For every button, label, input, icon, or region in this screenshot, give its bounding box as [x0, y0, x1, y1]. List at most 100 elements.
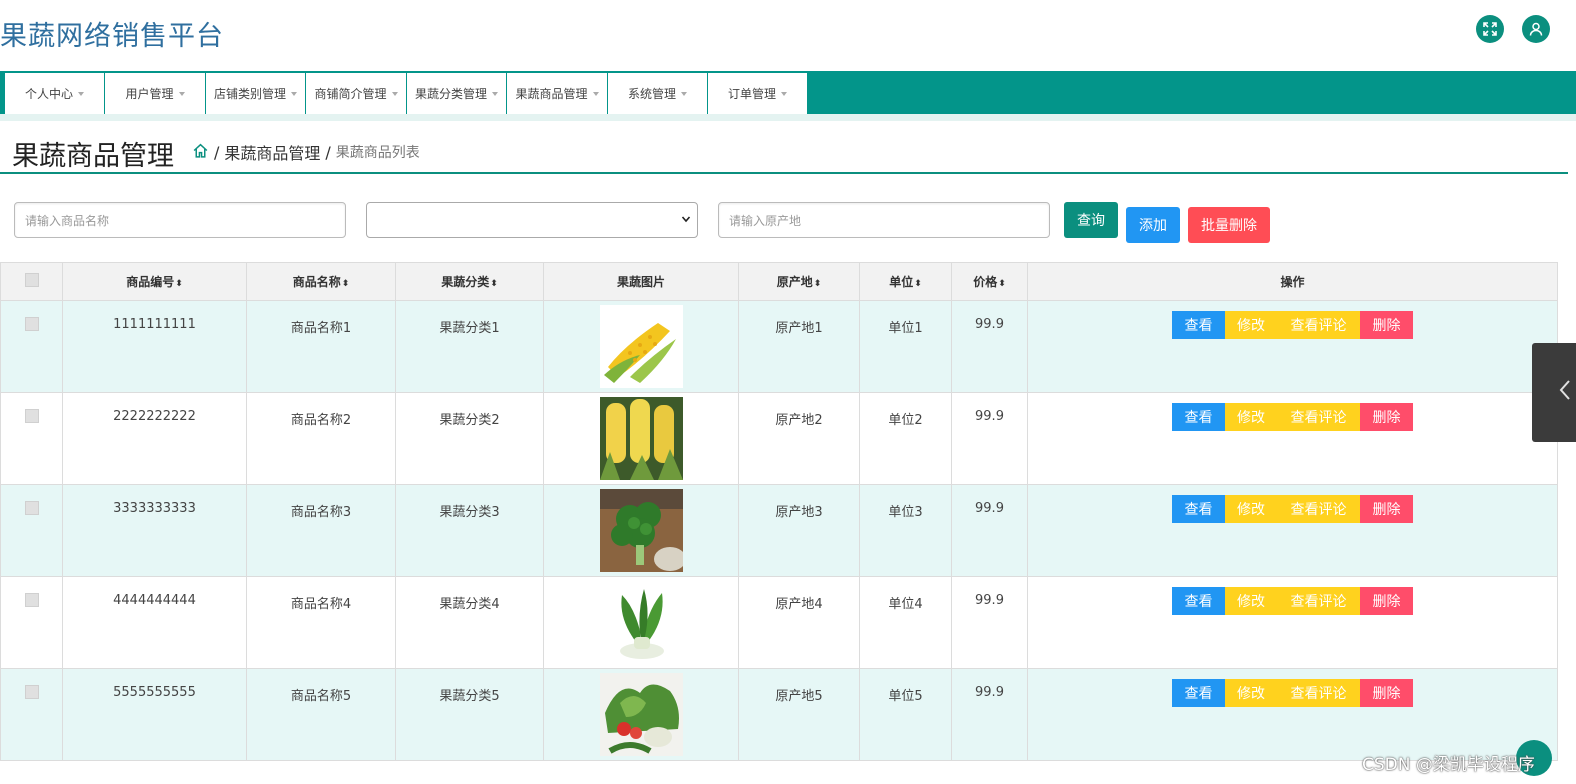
- cell-unit: 单位5: [859, 668, 952, 761]
- cell-product-id: 1111111111: [62, 300, 247, 393]
- product-name-search-input[interactable]: 请输入商品名称: [14, 202, 346, 238]
- view-comments-button[interactable]: 查看评论: [1277, 403, 1360, 431]
- cell-price: 99.9: [951, 392, 1028, 485]
- row-checkbox[interactable]: [24, 593, 39, 607]
- delete-button[interactable]: 删除: [1360, 495, 1413, 523]
- header-label: 原产地: [776, 275, 813, 289]
- cell-actions: 查看 修改 查看评论 删除: [1027, 576, 1558, 669]
- caret-down-icon: [78, 91, 84, 96]
- header-product-name[interactable]: 商品名称⬍: [246, 262, 396, 301]
- product-table: 商品编号⬍ 商品名称⬍ 果蔬分类⬍ 果蔬图片 原产地⬍ 单位⬍ 价格⬍ 操作 1…: [0, 262, 1558, 761]
- delete-button[interactable]: 删除: [1360, 311, 1413, 339]
- edit-button[interactable]: 修改: [1225, 679, 1277, 707]
- view-button[interactable]: 查看: [1172, 587, 1225, 615]
- cell-unit: 单位1: [859, 300, 952, 393]
- caret-down-icon: [781, 91, 787, 96]
- nav-item-user-management[interactable]: 用户管理: [104, 73, 205, 114]
- nav-item-system[interactable]: 系统管理: [607, 73, 707, 114]
- nav-item-label: 店铺类别管理: [213, 87, 286, 101]
- view-comments-button[interactable]: 查看评论: [1277, 311, 1360, 339]
- row-checkbox[interactable]: [24, 685, 39, 699]
- nav-item-produce-category[interactable]: 果蔬分类管理: [406, 73, 506, 114]
- view-button[interactable]: 查看: [1172, 311, 1225, 339]
- header-label: 果蔬图片: [616, 275, 665, 289]
- nav-item-orders[interactable]: 订单管理: [707, 73, 807, 114]
- origin-search-input[interactable]: 请输入原产地: [718, 202, 1050, 238]
- header-label: 果蔬分类: [441, 275, 490, 289]
- cell-product-name: 商品名称2: [246, 392, 396, 485]
- nav-item-personal-center[interactable]: 个人中心: [4, 73, 104, 114]
- cell-price: 99.9: [951, 484, 1028, 577]
- caret-down-icon: [492, 91, 498, 96]
- view-button[interactable]: 查看: [1172, 679, 1225, 707]
- cell-unit: 单位4: [859, 576, 952, 669]
- select-all-checkbox[interactable]: [24, 273, 39, 287]
- nav-item-produce-goods[interactable]: 果蔬商品管理: [506, 73, 607, 114]
- nav-item-label: 用户管理: [125, 87, 174, 101]
- delete-button[interactable]: 删除: [1360, 587, 1413, 615]
- row-select-cell: [0, 392, 63, 485]
- row-select-cell: [0, 668, 63, 761]
- header-image: 果蔬图片: [543, 262, 739, 301]
- edit-button[interactable]: 修改: [1225, 587, 1277, 615]
- row-checkbox[interactable]: [24, 501, 39, 515]
- table-row: 4444444444 商品名称4 果蔬分类4 原产地4 单位4 99.9 查看: [0, 576, 1558, 669]
- table-row: 3333333333 商品名称3 果蔬分类3 原产地3 单位3 99.9 查看: [0, 484, 1558, 577]
- cell-product-id: 4444444444: [62, 576, 247, 669]
- breadcrumb-separator: /: [325, 142, 331, 162]
- query-button[interactable]: 查询: [1064, 202, 1118, 238]
- home-icon[interactable]: [192, 142, 209, 163]
- nav-item-store-category[interactable]: 店铺类别管理: [205, 73, 305, 114]
- view-comments-button[interactable]: 查看评论: [1277, 679, 1360, 707]
- row-checkbox[interactable]: [24, 317, 39, 331]
- header-unit[interactable]: 单位⬍: [859, 262, 952, 301]
- cell-image: [543, 484, 739, 577]
- cell-product-id: 5555555555: [62, 668, 247, 761]
- cell-unit: 单位3: [859, 484, 952, 577]
- delete-button[interactable]: 删除: [1360, 679, 1413, 707]
- cell-actions: 查看 修改 查看评论 删除: [1027, 392, 1558, 485]
- view-button[interactable]: 查看: [1172, 403, 1225, 431]
- sort-icon: ⬍: [813, 279, 822, 289]
- mixed-vegetables-image: [599, 673, 683, 756]
- nav-item-label: 商铺简介管理: [314, 87, 387, 101]
- header-origin[interactable]: 原产地⬍: [738, 262, 860, 301]
- cell-origin: 原产地2: [738, 392, 860, 485]
- edit-button[interactable]: 修改: [1225, 311, 1277, 339]
- table-row: 2222222222 商品名称2 果蔬分类2 原产地2 单位2 99.9 查看 …: [0, 392, 1558, 485]
- cell-image: [543, 392, 739, 485]
- row-checkbox[interactable]: [24, 409, 39, 423]
- sort-icon: ⬍: [914, 279, 922, 289]
- user-icon[interactable]: [1522, 15, 1550, 43]
- cell-origin: 原产地1: [738, 300, 860, 393]
- sort-icon: ⬍: [175, 279, 183, 289]
- batch-delete-button[interactable]: 批量删除: [1188, 207, 1270, 243]
- page-title: 果蔬商品管理: [12, 141, 174, 172]
- nav-divider: [0, 114, 1576, 121]
- view-button[interactable]: 查看: [1172, 495, 1225, 523]
- cell-category: 果蔬分类1: [395, 300, 544, 393]
- header-label: 商品编号: [126, 275, 175, 289]
- add-button[interactable]: 添加: [1126, 207, 1180, 243]
- cell-actions: 查看 修改 查看评论 删除: [1027, 484, 1558, 577]
- edit-button[interactable]: 修改: [1225, 495, 1277, 523]
- breadcrumb-parent[interactable]: 果蔬商品管理: [224, 140, 320, 164]
- cell-origin: 原产地5: [738, 668, 860, 761]
- header-label: 操作: [1280, 275, 1305, 289]
- header-category[interactable]: 果蔬分类⬍: [395, 262, 544, 301]
- cell-actions: 查看 修改 查看评论 删除: [1027, 668, 1558, 761]
- edit-button[interactable]: 修改: [1225, 403, 1277, 431]
- delete-button[interactable]: 删除: [1360, 403, 1413, 431]
- caret-down-icon: [592, 91, 599, 96]
- header-actions: 操作: [1027, 262, 1558, 301]
- side-panel-toggle[interactable]: [1532, 343, 1576, 442]
- fullscreen-icon[interactable]: [1476, 15, 1504, 43]
- header-price[interactable]: 价格⬍: [951, 262, 1028, 301]
- nav-item-store-intro[interactable]: 商铺简介管理: [305, 73, 406, 114]
- view-comments-button[interactable]: 查看评论: [1277, 495, 1360, 523]
- header-product-id[interactable]: 商品编号⬍: [62, 262, 247, 301]
- bok-choy-image: [599, 581, 683, 664]
- category-select[interactable]: [366, 202, 698, 238]
- header-label: 单位: [889, 275, 914, 289]
- view-comments-button[interactable]: 查看评论: [1277, 587, 1360, 615]
